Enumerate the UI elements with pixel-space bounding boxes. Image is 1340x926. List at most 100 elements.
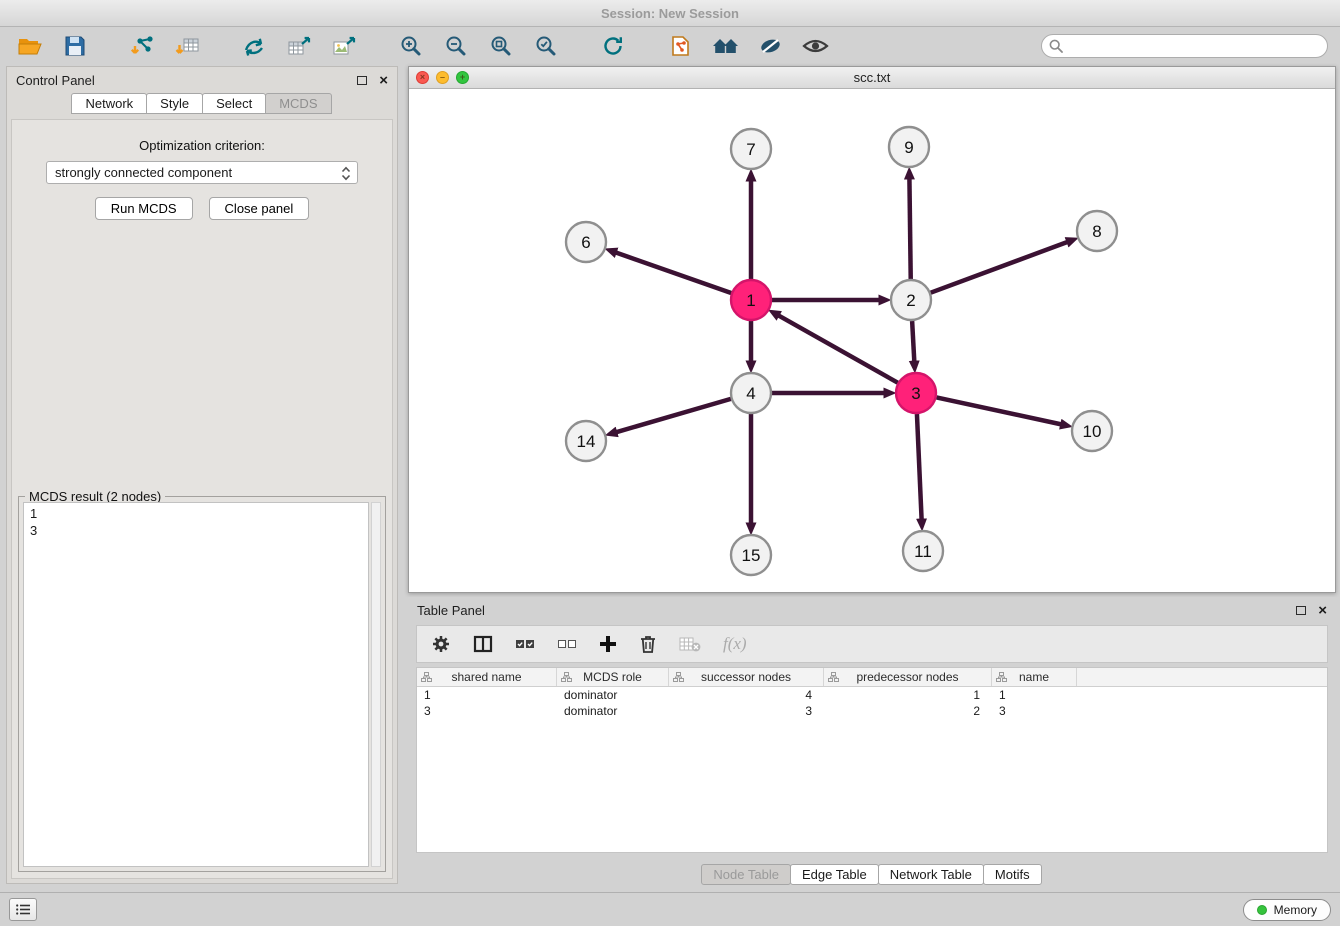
close-window-button[interactable]: × — [416, 71, 429, 84]
node-1[interactable]: 1 — [731, 280, 771, 320]
export-table-button[interactable] — [281, 31, 317, 61]
memory-button[interactable]: Memory — [1243, 899, 1331, 921]
node-14[interactable]: 14 — [566, 421, 606, 461]
select-all-button[interactable] — [515, 636, 535, 652]
node-8[interactable]: 8 — [1077, 211, 1117, 251]
column-header-label: MCDS role — [583, 670, 642, 684]
network-window-titlebar[interactable]: scc.txt × – + — [409, 67, 1335, 89]
node-4[interactable]: 4 — [731, 373, 771, 413]
optimization-criterion-dropdown[interactable]: strongly connected component — [46, 161, 358, 184]
column-header-mcds-role[interactable]: MCDS role — [557, 668, 669, 686]
export-image-icon — [332, 35, 357, 57]
import-table-button[interactable] — [169, 31, 205, 61]
tab-network[interactable]: Network — [71, 93, 147, 114]
node-label: 4 — [746, 384, 755, 403]
column-header-successor-nodes[interactable]: successor nodes — [669, 668, 824, 686]
delete-table-icon — [679, 636, 701, 652]
window-title-bar[interactable]: Session: New Session — [0, 0, 1340, 27]
import-network-button[interactable] — [124, 31, 160, 61]
show-columns-button[interactable] — [473, 635, 493, 653]
result-list-scrollbar[interactable] — [371, 502, 381, 867]
import-table-icon — [175, 35, 200, 57]
node-label: 8 — [1092, 222, 1101, 241]
apply-layout-button[interactable] — [595, 31, 631, 61]
minimize-window-button[interactable]: – — [436, 71, 449, 84]
network-canvas-svg[interactable]: 7 9 6 8 1 2 4 3 14 10 15 11 — [409, 90, 1335, 593]
delete-column-button[interactable] — [639, 634, 657, 654]
tab-select[interactable]: Select — [202, 93, 266, 114]
table-cell: 4 — [669, 688, 824, 702]
zoom-selected-button[interactable] — [528, 31, 564, 61]
node-6[interactable]: 6 — [566, 222, 606, 262]
delete-table-button[interactable] — [679, 636, 701, 652]
table-settings-button[interactable] — [431, 634, 451, 654]
plus-icon — [599, 635, 617, 653]
close-table-panel-icon[interactable]: × — [1318, 603, 1327, 618]
close-panel-icon[interactable]: × — [379, 73, 388, 88]
function-builder-button[interactable]: f(x) — [723, 634, 747, 654]
zoom-in-button[interactable] — [393, 31, 429, 61]
mcds-result-box: MCDS result (2 nodes) 13 — [18, 496, 386, 872]
result-item[interactable]: 3 — [30, 522, 362, 539]
tab-network-table[interactable]: Network Table — [878, 864, 984, 885]
main-toolbar — [0, 28, 1340, 64]
tab-style[interactable]: Style — [146, 93, 203, 114]
search-input[interactable] — [1041, 34, 1328, 58]
table-row[interactable]: 1dominator411 — [417, 687, 1327, 703]
table-toolbar: f(x) — [416, 625, 1328, 663]
status-bar: Memory — [0, 892, 1340, 926]
node-2[interactable]: 2 — [891, 280, 931, 320]
column-header-name[interactable]: name — [992, 668, 1077, 686]
edge-3-10[interactable] — [937, 397, 1061, 424]
zoom-fit-button[interactable] — [483, 31, 519, 61]
style-validator-button[interactable] — [752, 31, 788, 61]
show-all-views-button[interactable] — [707, 31, 743, 61]
clone-network-icon — [242, 35, 266, 57]
open-session-button[interactable] — [12, 31, 48, 61]
gear-icon — [431, 634, 451, 654]
result-item[interactable]: 1 — [30, 505, 362, 522]
show-panels-button[interactable] — [9, 898, 37, 921]
export-image-button[interactable] — [326, 31, 362, 61]
edge-3-11[interactable] — [917, 414, 922, 519]
zoom-out-button[interactable] — [438, 31, 474, 61]
deselect-all-button[interactable] — [557, 636, 577, 652]
tab-node-table[interactable]: Node Table — [701, 864, 791, 885]
add-column-button[interactable] — [599, 635, 617, 653]
save-session-button[interactable] — [57, 31, 93, 61]
table-row[interactable]: 3dominator323 — [417, 703, 1327, 719]
node-table: shared name MCDS role successor nodes prede… — [416, 667, 1328, 853]
close-panel-button[interactable]: Close panel — [209, 197, 310, 220]
node-label: 7 — [746, 140, 755, 159]
edge-1-6[interactable] — [616, 253, 731, 293]
tab-motifs[interactable]: Motifs — [983, 864, 1042, 885]
table-cell: 1 — [992, 688, 1077, 702]
tab-mcds[interactable]: MCDS — [265, 93, 331, 114]
clone-network-button[interactable] — [236, 31, 272, 61]
float-panel-icon[interactable] — [357, 76, 367, 85]
node-15[interactable]: 15 — [731, 535, 771, 575]
node-label: 2 — [906, 291, 915, 310]
edge-2-9[interactable] — [909, 179, 910, 279]
edge-4-14[interactable] — [617, 399, 731, 432]
edge-2-8[interactable] — [931, 242, 1067, 293]
open-network-view-button[interactable] — [662, 31, 698, 61]
edge-2-3[interactable] — [912, 321, 914, 361]
node-3[interactable]: 3 — [896, 373, 936, 413]
float-table-panel-icon[interactable] — [1296, 606, 1306, 615]
network-canvas[interactable]: 7 9 6 8 1 2 4 3 14 10 15 11 — [409, 90, 1335, 592]
node-9[interactable]: 9 — [889, 127, 929, 167]
node-11[interactable]: 11 — [903, 531, 943, 571]
toggle-birdseye-button[interactable] — [797, 31, 833, 61]
column-header-predecessor-nodes[interactable]: predecessor nodes — [824, 668, 992, 686]
edge-3-1[interactable] — [779, 316, 898, 383]
node-7[interactable]: 7 — [731, 129, 771, 169]
table-cell: dominator — [557, 688, 669, 702]
zoom-window-button[interactable]: + — [456, 71, 469, 84]
node-10[interactable]: 10 — [1072, 411, 1112, 451]
column-header-label: predecessor nodes — [856, 670, 958, 684]
run-mcds-button[interactable]: Run MCDS — [95, 197, 193, 220]
node-label: 3 — [911, 384, 920, 403]
column-header-shared-name[interactable]: shared name — [417, 668, 557, 686]
tab-edge-table[interactable]: Edge Table — [790, 864, 879, 885]
